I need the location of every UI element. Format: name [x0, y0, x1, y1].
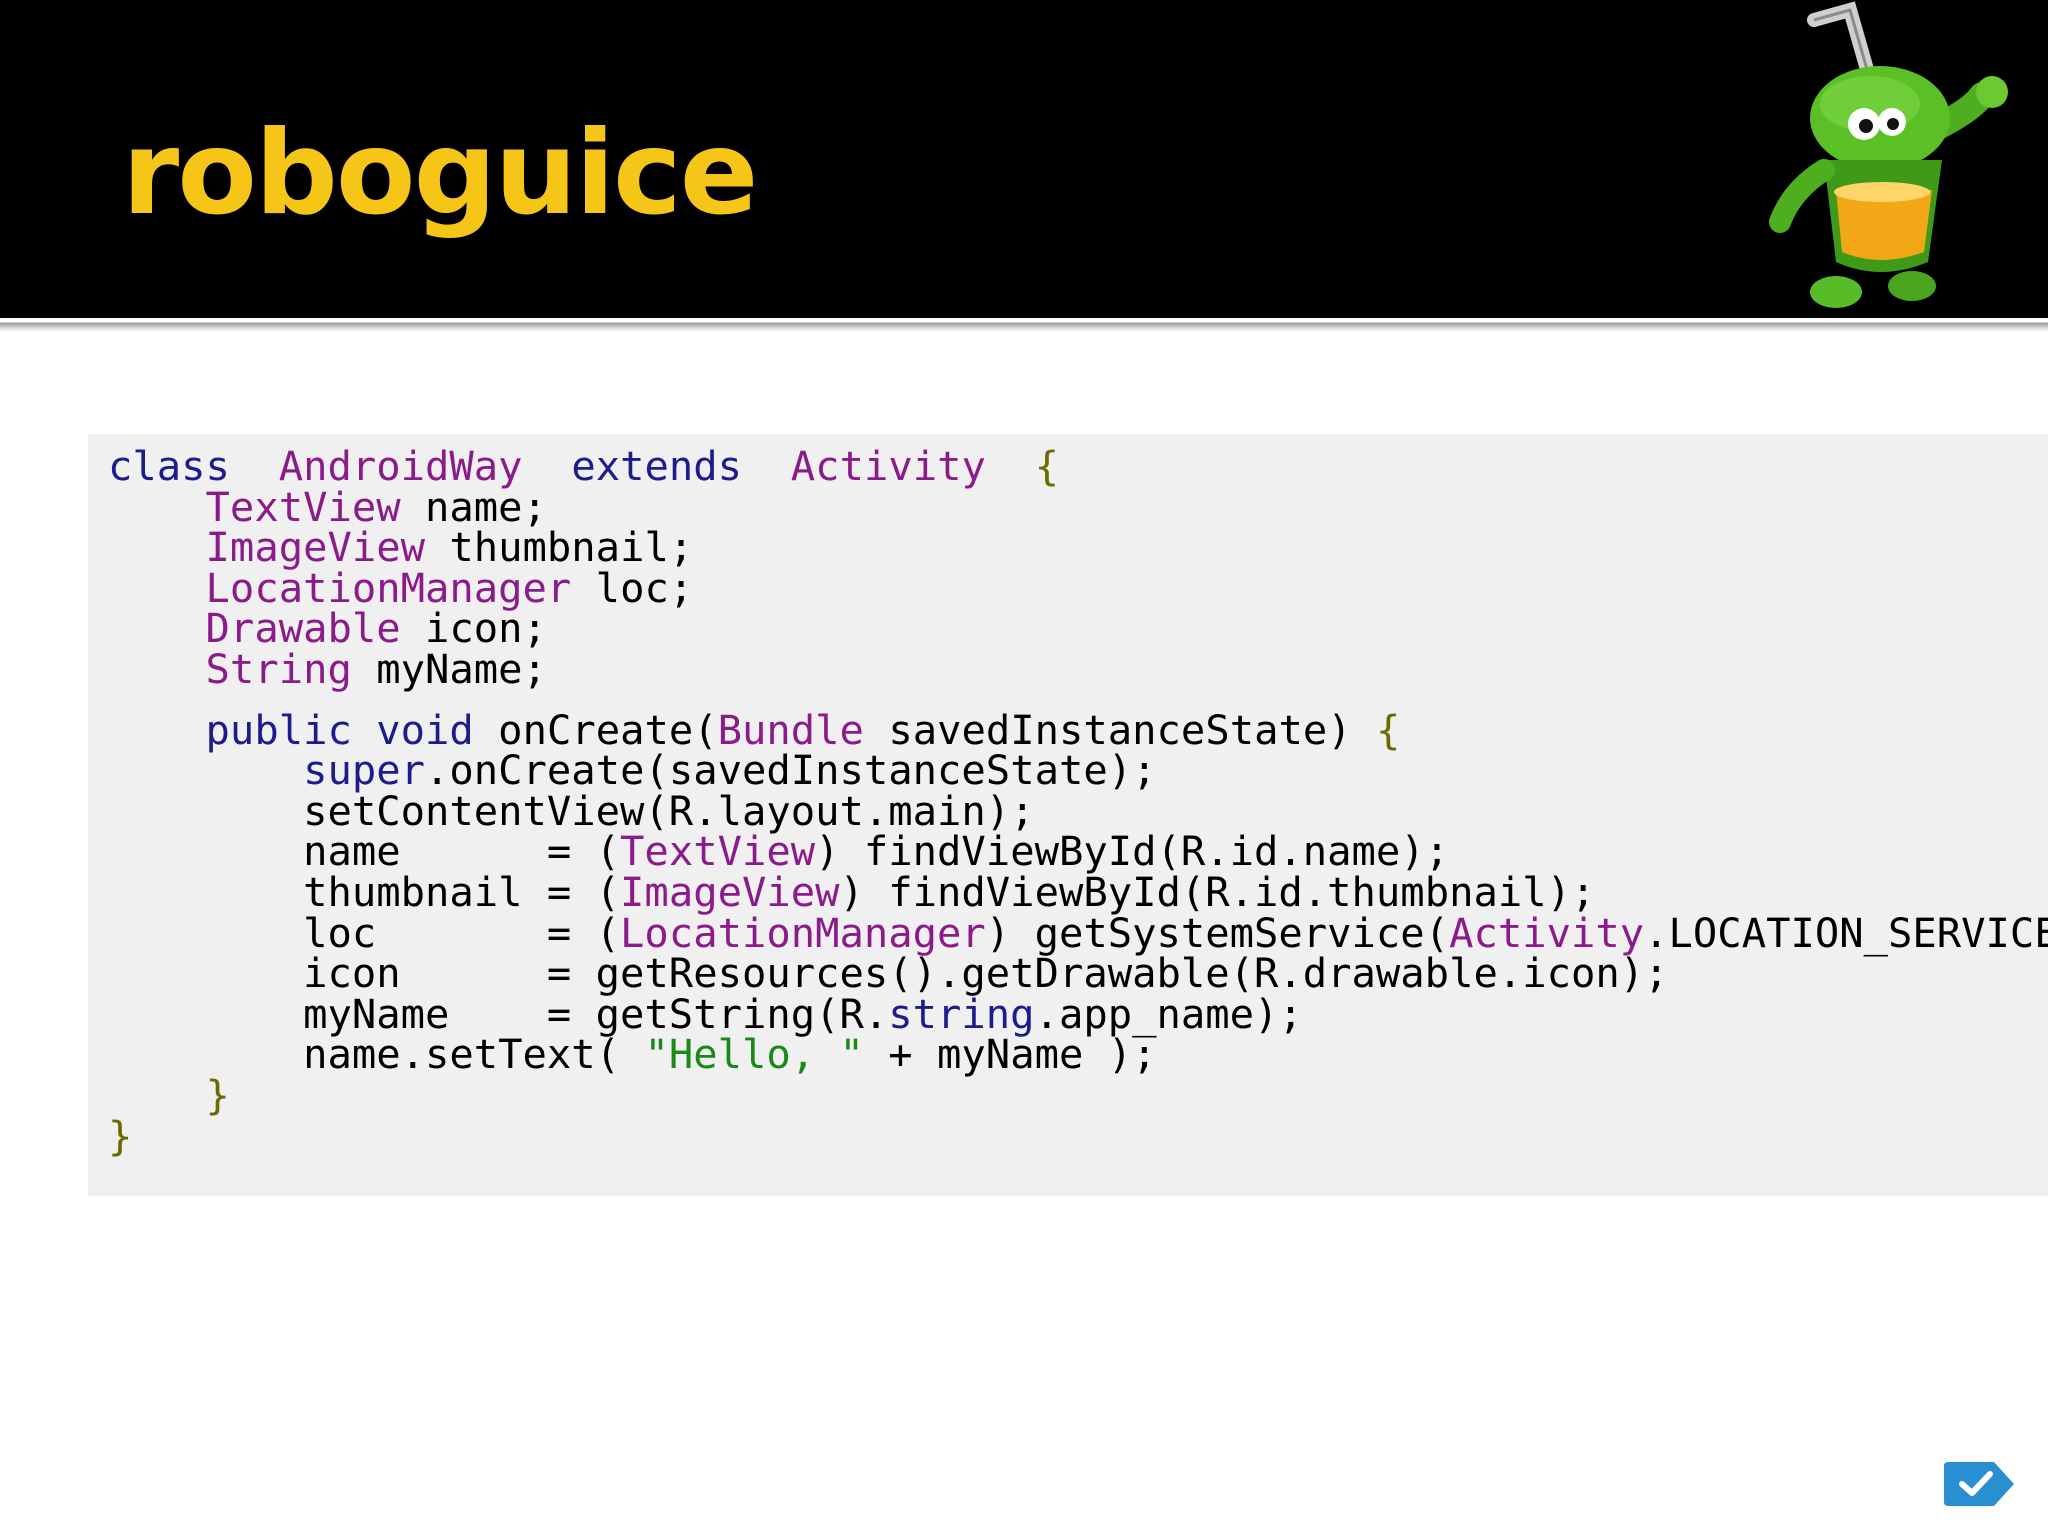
- code-line: name = (TextView) findViewById(R.id.name…: [108, 831, 2048, 872]
- code-line: myName = getString(R.string.app_name);: [108, 993, 2048, 1035]
- code-token: + myName );: [863, 1030, 1157, 1079]
- code-token: {: [1034, 442, 1060, 490]
- code-token: .LOCATION_SERVICE: [1644, 908, 2048, 957]
- code-line: ImageView thumbnail;: [108, 527, 2048, 568]
- code-token: }: [205, 1070, 230, 1119]
- code-line: String myName;: [108, 649, 2048, 690]
- code-line: TextView name;: [108, 486, 2048, 528]
- code-line: setContentView(R.layout.main);: [108, 790, 2048, 832]
- code-line: public void onCreate(Bundle savedInstanc…: [108, 709, 2048, 751]
- code-token: "Hello, ": [644, 1030, 864, 1079]
- code-line: }: [108, 1115, 2048, 1157]
- code-token: Activity: [790, 442, 986, 490]
- code-line: name.setText( "Hello, " + myName );: [108, 1034, 2048, 1075]
- code-token: myName;: [351, 644, 547, 693]
- code-token: loc;: [571, 563, 694, 612]
- code-line: super.onCreate(savedInstanceState);: [108, 750, 2048, 791]
- code-line: icon = getResources().getDrawable(R.draw…: [108, 953, 2048, 994]
- roboguice-mascot-icon: [1769, 1, 2008, 308]
- code-listing: class AndroidWay extends Activity { Text…: [108, 446, 2048, 1156]
- code-line: }: [108, 1075, 2048, 1116]
- code-token: extends: [571, 442, 743, 490]
- code-token: {: [1376, 705, 1401, 754]
- code-block: class AndroidWay extends Activity { Text…: [88, 434, 2048, 1196]
- code-line: class AndroidWay extends Activity {: [108, 446, 2048, 487]
- slide-title: roboguice: [122, 106, 758, 241]
- checkmark-icon[interactable]: [1942, 1460, 2018, 1508]
- code-line: Drawable icon;: [108, 608, 2048, 649]
- code-token: }: [108, 1111, 133, 1160]
- code-token: String: [205, 644, 352, 693]
- code-line: loc = (LocationManager) getSystemService…: [108, 912, 2048, 954]
- slide-header: roboguice: [0, 0, 2048, 318]
- code-line: LocationManager loc;: [108, 567, 2048, 609]
- code-line: thumbnail = (ImageView) findViewById(R.i…: [108, 872, 2048, 913]
- header-divider: [0, 320, 2048, 332]
